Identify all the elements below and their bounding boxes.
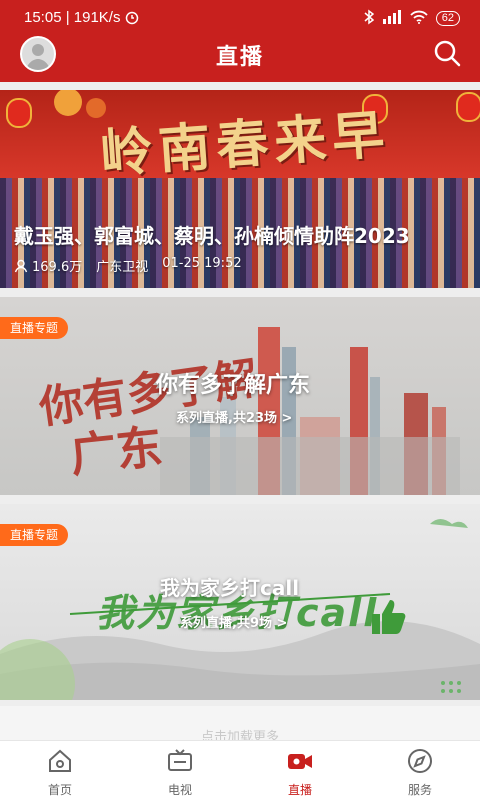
views-value: 169.6万 xyxy=(32,260,83,275)
nav-item-live[interactable]: 直播 xyxy=(260,747,340,798)
video-camera-icon xyxy=(288,754,312,769)
lantern-decoration xyxy=(456,92,480,122)
lantern-decoration xyxy=(6,98,32,128)
thumbs-up-icon xyxy=(372,600,406,634)
signal-icon xyxy=(382,10,402,27)
topic-title: 我为家乡打call xyxy=(160,576,300,600)
bluetooth-icon xyxy=(364,9,374,28)
featured-live-card[interactable]: 岭南春来早 戴玉强、郭富城、蔡明、孙楠倾情助阵2023 169.6万 广东卫视 … xyxy=(0,90,480,288)
banner-calligraphy: 岭南春来早 xyxy=(98,103,393,186)
tv-icon xyxy=(168,749,192,771)
home-icon xyxy=(49,749,71,772)
search-icon[interactable] xyxy=(432,38,462,68)
nav-item-tv[interactable]: 电视 xyxy=(140,747,220,798)
views-count: 169.6万 xyxy=(14,256,82,275)
featured-meta: 169.6万 广东卫视 01-25 19:52 xyxy=(14,256,242,275)
topic-card[interactable]: 你有多了解 广东 直播专题 你有多了解广东 系列直播,共23场 > xyxy=(0,297,480,495)
status-time-speed: 15:05 | 191K/s xyxy=(24,9,121,26)
dots-decoration xyxy=(441,681,461,693)
bottom-nav: 首页 电视 直播 服务 xyxy=(0,740,480,800)
battery-indicator: 62 xyxy=(435,11,460,26)
nav-item-home[interactable]: 首页 xyxy=(20,747,100,798)
topic-calligraphy: 广东 xyxy=(67,419,165,483)
nav-label: 电视 xyxy=(167,783,192,797)
status-bar: 15:05 | 191K/s 62 xyxy=(0,0,480,36)
live-topic-badge: 直播专题 xyxy=(0,524,69,546)
load-more-text: 点击加载更多 xyxy=(200,730,279,740)
wifi-icon xyxy=(410,10,428,27)
compass-icon xyxy=(408,749,432,773)
nav-label: 首页 xyxy=(47,783,72,797)
person-icon xyxy=(14,259,28,272)
topic-title: 你有多了解广东 xyxy=(156,373,311,398)
broadcast-datetime: 01-25 19:52 xyxy=(162,256,242,271)
app-header: 直播 xyxy=(0,36,480,82)
nav-label: 直播 xyxy=(287,783,312,797)
topic-subtitle[interactable]: 系列直播,共9场 > xyxy=(180,612,287,631)
channel-name: 广东卫视 xyxy=(96,260,149,275)
alarm-icon xyxy=(124,9,140,29)
featured-headline: 戴玉强、郭富城、蔡明、孙楠倾情助阵2023 xyxy=(14,224,410,248)
topic-subtitle[interactable]: 系列直播,共23场 > xyxy=(176,407,292,426)
page-title: 直播 xyxy=(215,45,264,70)
topic-card[interactable]: 我为家乡打call 直播专题 我为家乡打call 系列直播,共9场 > xyxy=(0,504,480,700)
live-topic-badge: 直播专题 xyxy=(0,317,69,339)
nav-item-service[interactable]: 服务 xyxy=(380,747,460,798)
load-more-strip[interactable]: 点击加载更多 xyxy=(0,706,480,740)
nav-label: 服务 xyxy=(407,783,432,797)
